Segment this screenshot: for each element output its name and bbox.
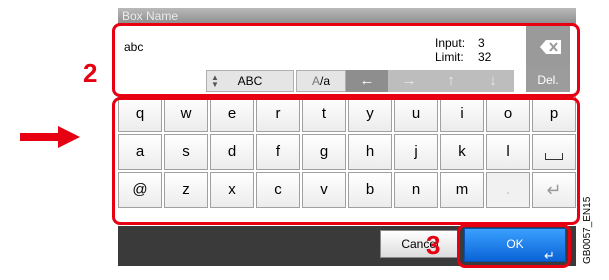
dialog-title-bar: Box Name (118, 8, 576, 24)
highlight-frame-input (112, 23, 580, 97)
highlight-frame-ok (457, 224, 571, 268)
cancel-button[interactable]: Cancel (380, 230, 460, 258)
step-callout-3: 3 (426, 230, 441, 260)
pointer-arrow-icon (20, 126, 80, 148)
step-callout-2: 2 (83, 58, 98, 88)
highlight-frame-keyboard (112, 97, 580, 225)
dialog-title: Box Name (122, 9, 179, 23)
figure-code: GB0057_EN15 (582, 196, 593, 264)
